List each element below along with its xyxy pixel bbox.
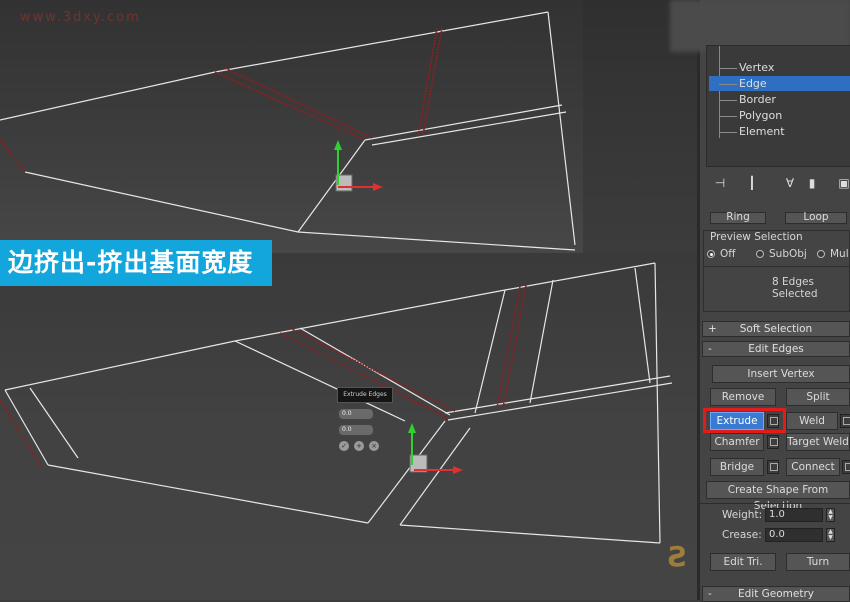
weight-spinner[interactable]: 1.0 [765, 508, 823, 522]
viewport-top[interactable]: www.3dxy.com [0, 0, 583, 253]
insert-vertex-button[interactable]: Insert Vertex [712, 365, 850, 383]
rollout-soft-selection[interactable]: + Soft Selection [702, 321, 850, 337]
tree-item-element[interactable]: Element [739, 124, 785, 139]
show-end-result-icon[interactable]: ┃ [744, 174, 760, 192]
chamfer-button[interactable]: Chamfer [710, 433, 764, 451]
connect-settings-icon[interactable] [842, 460, 850, 474]
subobject-tree: Vertex Edge Border Polygon Element [706, 45, 850, 167]
stack-toolbar: ⊣ ┃ ∀ ▮ ▣ [706, 174, 850, 194]
preview-multi-radio[interactable] [817, 250, 825, 258]
weight-spinner-arrows[interactable]: ▲ ▼ [826, 508, 835, 522]
remove-button[interactable]: Remove [710, 388, 776, 406]
preview-subobj-label: SubObj [769, 248, 807, 260]
cancel-icon[interactable]: × [369, 441, 379, 451]
make-unique-icon[interactable]: ∀ [782, 174, 798, 192]
selection-status: 8 Edges Selected [772, 276, 818, 300]
pin-stack-icon[interactable]: ⊣ [712, 174, 728, 192]
crease-spinner-arrows[interactable]: ▲ ▼ [826, 528, 835, 542]
tree-item-edge[interactable]: Edge [739, 76, 767, 91]
plus-icon[interactable]: + [354, 441, 364, 451]
caddy-width-field[interactable]: 0.0 [339, 425, 373, 435]
remove-modifier-icon[interactable]: ▮ [804, 174, 820, 192]
tree-item-polygon[interactable]: Polygon [739, 108, 782, 123]
extrude-highlight-frame [703, 408, 786, 433]
caddy-title: Extrude Edges [337, 387, 393, 403]
tree-item-vertex[interactable]: Vertex [739, 60, 774, 75]
edit-tri-button[interactable]: Edit Tri. [710, 553, 776, 571]
preview-off-label: Off [720, 248, 736, 260]
site-logo-icon: Ƨ [668, 540, 689, 573]
preview-subobj-radio[interactable] [756, 250, 764, 258]
chamfer-settings-icon[interactable] [767, 435, 779, 449]
create-shape-button[interactable]: Create Shape From Selection [706, 481, 850, 512]
weld-button[interactable]: Weld [786, 412, 838, 430]
turn-button[interactable]: Turn [786, 553, 850, 571]
ring-button[interactable]: Ring [710, 212, 766, 224]
preview-multi-label: Mul [830, 248, 849, 260]
tree-item-border[interactable]: Border [739, 92, 776, 107]
preview-selection-title: Preview Selection [710, 231, 803, 243]
caddy-height-field[interactable]: 0.0 [339, 409, 373, 419]
caption-banner: 边挤出-挤出基面宽度 [0, 240, 272, 286]
preview-off-radio[interactable] [707, 250, 715, 258]
rollout-edit-edges[interactable]: - Edit Edges [702, 341, 850, 357]
crease-label: Crease: [722, 529, 762, 541]
bridge-settings-icon[interactable] [767, 460, 779, 474]
bridge-button[interactable]: Bridge [710, 458, 764, 476]
configure-sets-icon[interactable]: ▣ [836, 174, 850, 192]
connect-button[interactable]: Connect [786, 458, 840, 476]
split-button[interactable]: Split [786, 388, 850, 406]
wireframe-top [0, 11, 576, 251]
loop-button[interactable]: Loop [785, 212, 847, 224]
weight-label: Weight: [722, 509, 763, 521]
target-weld-button[interactable]: Target Weld [786, 433, 850, 451]
weld-settings-icon[interactable] [840, 414, 850, 428]
check-icon[interactable]: ✓ [339, 441, 349, 451]
crease-spinner[interactable]: 0.0 [765, 528, 823, 542]
